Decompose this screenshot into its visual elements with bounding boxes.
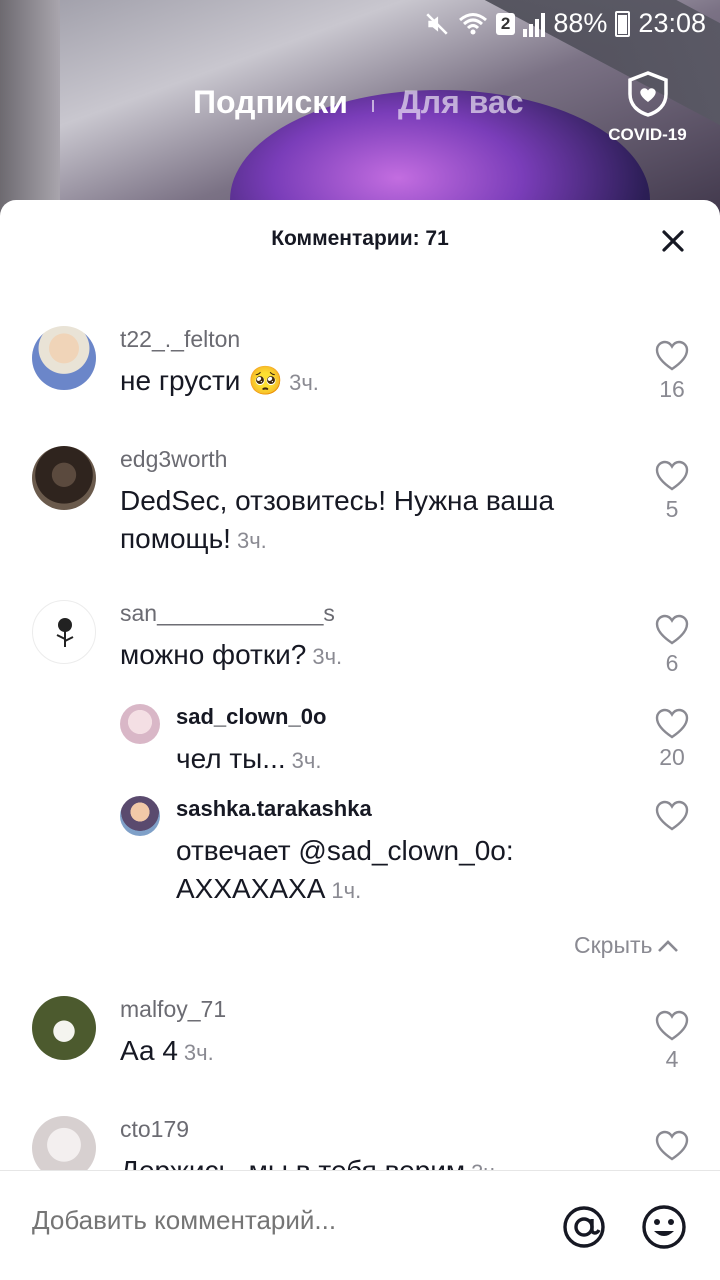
signal-icon: [523, 11, 546, 37]
clock: 23:08: [638, 8, 706, 38]
heart-icon: [655, 1130, 689, 1161]
comment-text-block: Аа 4 3ч.: [120, 1032, 620, 1072]
comment-username[interactable]: edg3worth: [120, 446, 227, 473]
covid-label: COVID-19: [608, 125, 687, 144]
heart-icon: [655, 460, 689, 491]
reply-text: АХХАХАХА: [176, 873, 326, 904]
comment-time: 3ч.: [471, 1160, 501, 1170]
reply-text: чел ты...: [176, 743, 286, 774]
reply-text-block: чел ты... 3ч.: [176, 740, 596, 780]
emoji-icon[interactable]: [640, 1203, 688, 1251]
like-count: 4: [665, 1046, 679, 1072]
comment-input[interactable]: [32, 1205, 532, 1236]
comment-text-block: Держись, мы в тебя верим 3ч.: [120, 1152, 620, 1170]
comment-text-block: не грусти 🥺 3ч.: [120, 362, 620, 402]
reply-text-block: отвечает @sad_clown_0o: АХХАХАХА 1ч.: [176, 832, 596, 910]
sheet-header: Комментарии: 71: [0, 200, 720, 278]
like-count: 5: [665, 496, 679, 522]
comments-list[interactable]: t22_._felton не грусти 🥺 3ч. 16 edg3worth…: [0, 278, 720, 1170]
sim-badge: 2: [495, 12, 516, 35]
avatar[interactable]: [120, 796, 160, 836]
avatar[interactable]: [32, 326, 96, 390]
heart-icon: [655, 614, 689, 645]
comment-text: не грусти 🥺: [120, 365, 284, 396]
battery-percent: 88%: [553, 8, 608, 38]
heart-icon: [655, 340, 689, 371]
like-count: 20: [659, 744, 685, 770]
comment-text: DedSec, отзовитесь! Нужна ваша помощь!: [120, 485, 555, 554]
comment-text: Держись, мы в тебя верим: [120, 1155, 465, 1170]
comment-text: можно фотки?: [120, 639, 307, 670]
status-icons: 2 88% 23:08: [424, 8, 706, 39]
like-button[interactable]: 5: [652, 460, 692, 523]
reply-username[interactable]: sad_clown_0o: [176, 704, 326, 730]
reply-mention[interactable]: @sad_clown_0o:: [298, 835, 513, 866]
close-icon[interactable]: [656, 224, 690, 258]
like-button[interactable]: [652, 800, 692, 832]
heart-icon: [655, 708, 689, 739]
comment-text-block: DedSec, отзовитесь! Нужна ваша помощь! 3ч…: [120, 482, 620, 560]
heart-icon: [655, 1010, 689, 1041]
tab-divider: [372, 100, 374, 112]
tab-for-you[interactable]: Для вас: [398, 84, 524, 121]
rose-icon: [56, 618, 74, 647]
avatar[interactable]: [32, 446, 96, 510]
like-button[interactable]: 4: [652, 1010, 692, 1073]
like-button[interactable]: [652, 1130, 692, 1162]
shield-heart-icon: [627, 71, 668, 117]
comments-sheet: Комментарии: 71 t22_._felton не грусти 🥺…: [0, 200, 720, 1280]
avatar[interactable]: [32, 996, 96, 1060]
like-button[interactable]: 16: [652, 340, 692, 403]
wifi-icon: [458, 12, 487, 34]
mention-at-icon[interactable]: [560, 1203, 608, 1251]
comment-username[interactable]: san_____________s: [120, 600, 335, 627]
avatar[interactable]: [32, 600, 96, 664]
collapse-label: Скрыть: [574, 932, 653, 958]
comment-time: 3ч.: [183, 1040, 214, 1065]
battery-icon: [615, 10, 631, 37]
comment-time: 3ч.: [289, 370, 319, 395]
like-count: 16: [659, 376, 685, 402]
tab-following[interactable]: Подписки: [193, 84, 348, 121]
reply-time: 3ч.: [291, 748, 322, 773]
comment-text-block: можно фотки? 3ч.: [120, 636, 620, 676]
status-bar: 2 88% 23:08: [0, 0, 720, 50]
covid-button[interactable]: COVID-19: [600, 70, 695, 145]
reply-username[interactable]: sashka.tarakashka: [176, 796, 372, 822]
collapse-replies-button[interactable]: Скрыть: [574, 932, 679, 959]
like-button[interactable]: 6: [652, 614, 692, 677]
mute-icon: [426, 12, 448, 35]
comment-username[interactable]: t22_._felton: [120, 326, 240, 353]
comment-time: 3ч.: [312, 644, 343, 669]
comment-username[interactable]: malfoy_71: [120, 996, 226, 1023]
comment-time: 3ч.: [236, 528, 267, 553]
comments-count-title: Комментарии: 71: [271, 227, 449, 250]
comment-text: Аа 4: [120, 1035, 178, 1066]
like-button[interactable]: 20: [652, 708, 692, 771]
heart-icon: [655, 800, 689, 831]
reply-time: 1ч.: [331, 878, 362, 903]
comment-username[interactable]: cto179: [120, 1116, 189, 1143]
comment-input-bar: [0, 1170, 720, 1280]
reply-prefix: отвечает: [176, 835, 291, 866]
avatar[interactable]: [32, 1116, 96, 1170]
like-count: 6: [665, 650, 679, 676]
avatar[interactable]: [120, 704, 160, 744]
chevron-up-icon: [657, 939, 678, 952]
